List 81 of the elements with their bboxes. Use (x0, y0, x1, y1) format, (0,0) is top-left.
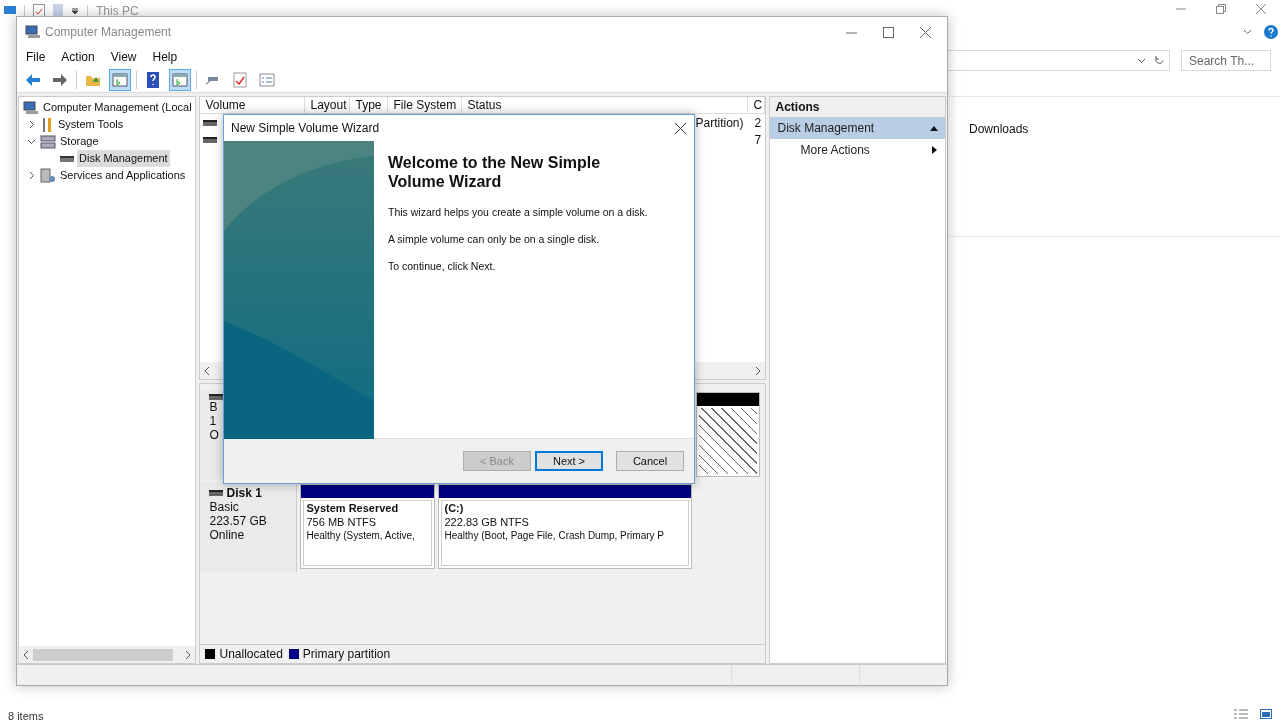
computer-icon (23, 100, 39, 115)
tree-item[interactable]: Computer Management (Local (41, 99, 194, 116)
partition-size: 222.83 GB NTFS (444, 515, 530, 529)
table-cell: 2 (754, 115, 762, 130)
partition-size: 756 MB NTFS (306, 515, 378, 529)
tree-item[interactable]: Storage (58, 133, 101, 150)
partition-block[interactable]: (C:) 222.83 GB NTFS Healthy (Boot, Page File, Crash Dump, Primary P (438, 484, 693, 569)
restore-icon[interactable] (1216, 4, 1226, 14)
column-header[interactable]: Layout (305, 97, 351, 113)
thumbnail-view-icon[interactable] (1260, 709, 1272, 719)
maximize-icon[interactable] (883, 26, 894, 38)
refresh-icon[interactable] (1154, 55, 1165, 66)
window-title: Computer Management (45, 24, 172, 41)
window-title: This PC (96, 3, 139, 20)
disk-name: Disk 1 (226, 486, 262, 500)
status-text: 8 items (8, 709, 44, 720)
disk-info: Online (209, 528, 246, 542)
legend-label: Primary partition (302, 646, 391, 663)
tree-item[interactable]: System Tools (56, 116, 126, 133)
menu-item[interactable]: Help (152, 48, 178, 66)
scroll-right-icon[interactable] (755, 366, 762, 375)
chevron-right-icon[interactable] (27, 171, 36, 180)
menu-item[interactable]: File (26, 48, 46, 66)
disk-info: B (209, 400, 219, 414)
dialog-button[interactable]: Cancel (616, 451, 684, 471)
tools-icon (40, 116, 54, 133)
drive-icon (209, 394, 224, 400)
storage-icon (40, 134, 56, 149)
search-field[interactable]: Search Th... (1181, 50, 1271, 71)
drive-icon (209, 490, 224, 496)
computer-icon (25, 25, 41, 39)
menu-item[interactable]: View (110, 48, 137, 66)
column-header[interactable]: C (748, 97, 766, 113)
caret-icon[interactable] (71, 7, 79, 15)
services-icon (40, 167, 56, 184)
close-icon[interactable] (675, 122, 686, 134)
collapse-arrow-icon (930, 125, 938, 131)
column-header[interactable]: File System (388, 97, 463, 113)
dialog-title: New Simple Volume Wizard (231, 120, 380, 137)
chevron-down-icon[interactable] (27, 137, 36, 146)
partition-name: System Reserved (306, 501, 400, 515)
folder-label[interactable]: Downloads (969, 120, 1029, 138)
tree-item[interactable]: Disk Management (77, 150, 170, 167)
computer-icon[interactable] (4, 5, 16, 17)
scroll-left-icon[interactable] (204, 366, 211, 375)
column-header[interactable]: Type (350, 97, 389, 113)
disk-info: 223.57 GB (209, 514, 268, 528)
menu-item[interactable]: Action (61, 48, 95, 66)
actions-section[interactable]: Disk Management (770, 117, 945, 139)
actions-header: Actions (770, 97, 945, 117)
tree-item[interactable]: Services and Applications (58, 167, 188, 184)
caret-icon[interactable] (1137, 57, 1146, 64)
action-item[interactable]: More Actions (770, 139, 945, 161)
wizard-text: A simple volume can only be on a single disk. (388, 233, 601, 246)
table-cell-text: Partition) (695, 114, 744, 132)
legend-label: Unallocated (219, 646, 283, 663)
close-icon[interactable] (920, 26, 931, 38)
column-header[interactable]: Volume (200, 97, 306, 113)
scroll-left-icon[interactable] (23, 650, 29, 659)
partition-name: (C:) (444, 501, 465, 515)
disk-info: O (209, 428, 220, 442)
disk-info: 1 (209, 414, 218, 428)
submenu-arrow-icon (932, 146, 937, 154)
scroll-right-icon[interactable] (185, 650, 192, 659)
table-cell: 7 (754, 132, 762, 147)
column-header[interactable]: Status (462, 97, 749, 113)
partition-block[interactable] (696, 392, 761, 477)
help-icon[interactable] (1264, 25, 1278, 39)
drive-icon (203, 136, 218, 143)
drive-icon (203, 119, 218, 126)
partition-block[interactable]: System Reserved 756 MB NTFS Healthy (System, Active, (300, 484, 436, 569)
partition-status: Healthy (Boot, Page File, Crash Dump, Primary P (444, 529, 665, 543)
partition-status: Healthy (System, Active, (306, 529, 416, 543)
wizard-text: To continue, click Next. (388, 260, 497, 273)
caret-icon[interactable] (1243, 29, 1252, 35)
wizard-text: This wizard helps you create a simple volume on a disk. (388, 206, 649, 219)
disk-info: Basic (209, 500, 240, 514)
dialog-button[interactable]: Next > (535, 451, 603, 471)
wizard-heading: Welcome to the New Simple Volume Wizard (388, 153, 602, 191)
scrollbar-thumb[interactable] (33, 648, 173, 661)
chevron-right-icon[interactable] (27, 120, 36, 129)
